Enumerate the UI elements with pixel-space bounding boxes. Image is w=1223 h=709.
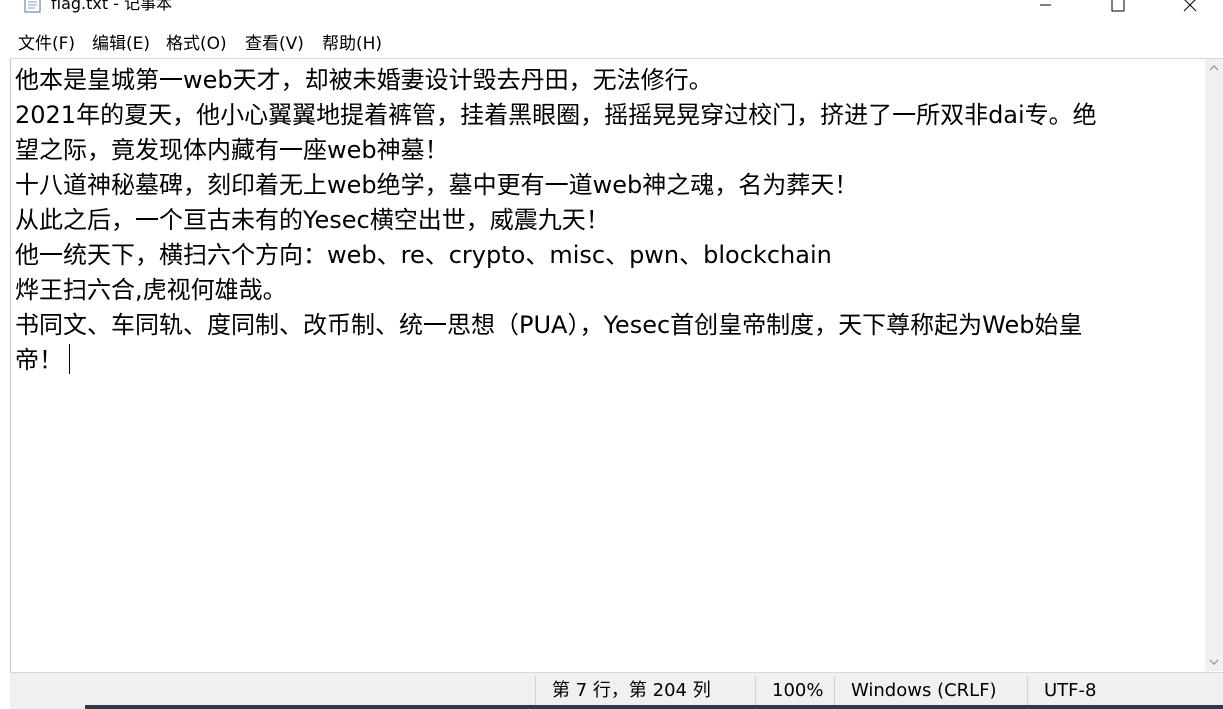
document-line: 他一统天下，横扫六个方向：web、re、crypto、misc、pwn、bloc… — [15, 241, 832, 269]
minimize-button[interactable] — [1023, 0, 1069, 20]
document-line: 2021年的夏天，他小心翼翼地提着裤管，挂着黑眼圈，摇摇晃晃穿过校门，挤进了一所… — [15, 101, 1097, 129]
document-line: 书同文、车同轨、度同制、改币制、统一思想（PUA），Yesec首创皇帝制度，天下… — [15, 311, 1083, 339]
title-bar: flag.txt - 记事本 — [0, 0, 1223, 22]
notepad-icon — [22, 0, 44, 14]
document-line: 十八道神秘墓碑，刻印着无上web绝学，墓中更有一道web神之魂，名为葬天！ — [15, 171, 859, 199]
maximize-button[interactable] — [1095, 0, 1141, 20]
minimize-icon — [1040, 4, 1051, 6]
document-line: 他本是皇城第一web天才，却被未婚妻设计毁去丹田，无法修行。 — [15, 66, 713, 94]
status-divider — [535, 676, 536, 706]
document-line: 烨王扫六合,虎视何雄哉。 — [15, 276, 287, 304]
close-button[interactable] — [1167, 0, 1213, 20]
window-title: flag.txt - 记事本 — [51, 0, 173, 13]
close-icon — [1183, 0, 1197, 12]
document-line: 望之际，竟发现体内藏有一座web神墓！ — [15, 136, 449, 164]
menu-help[interactable]: 帮助(H) — [322, 32, 382, 56]
menu-view[interactable]: 查看(V) — [245, 32, 304, 56]
text-editor[interactable]: 他本是皇城第一web天才，却被未婚妻设计毁去丹田，无法修行。 2021年的夏天，… — [10, 58, 1223, 672]
status-cursor-position: 第 7 行，第 204 列 — [552, 680, 711, 701]
menu-bar: 文件(F) 编辑(E) 格式(O) 查看(V) 帮助(H) — [0, 30, 1223, 58]
scroll-up-button[interactable] — [1205, 59, 1223, 77]
document-line-last: 帝！ — [15, 343, 1199, 378]
chevron-down-icon — [1209, 659, 1219, 666]
status-divider — [1027, 676, 1028, 706]
document-text[interactable]: 他本是皇城第一web天才，却被未婚妻设计毁去丹田，无法修行。 2021年的夏天，… — [15, 63, 1199, 378]
menu-format[interactable]: 格式(O) — [166, 32, 227, 56]
document-line: 帝！ — [15, 346, 63, 374]
text-caret — [69, 344, 70, 374]
scroll-down-button[interactable] — [1205, 653, 1223, 671]
status-encoding: UTF-8 — [1044, 680, 1097, 701]
status-bar: 第 7 行，第 204 列 100% Windows (CRLF) UTF-8 — [10, 672, 1223, 709]
vertical-scrollbar[interactable] — [1205, 59, 1223, 671]
document-line: 从此之后，一个亘古未有的Yesec横空出世，威震九天！ — [15, 206, 610, 234]
status-divider — [834, 676, 835, 706]
status-divider — [755, 676, 756, 706]
chevron-up-icon — [1209, 64, 1219, 71]
status-line-ending: Windows (CRLF) — [851, 680, 997, 701]
menu-file[interactable]: 文件(F) — [18, 32, 75, 56]
taskbar-edge — [85, 705, 1223, 709]
maximize-icon — [1111, 0, 1125, 12]
menu-edit[interactable]: 编辑(E) — [92, 32, 150, 56]
status-zoom: 100% — [772, 680, 824, 701]
